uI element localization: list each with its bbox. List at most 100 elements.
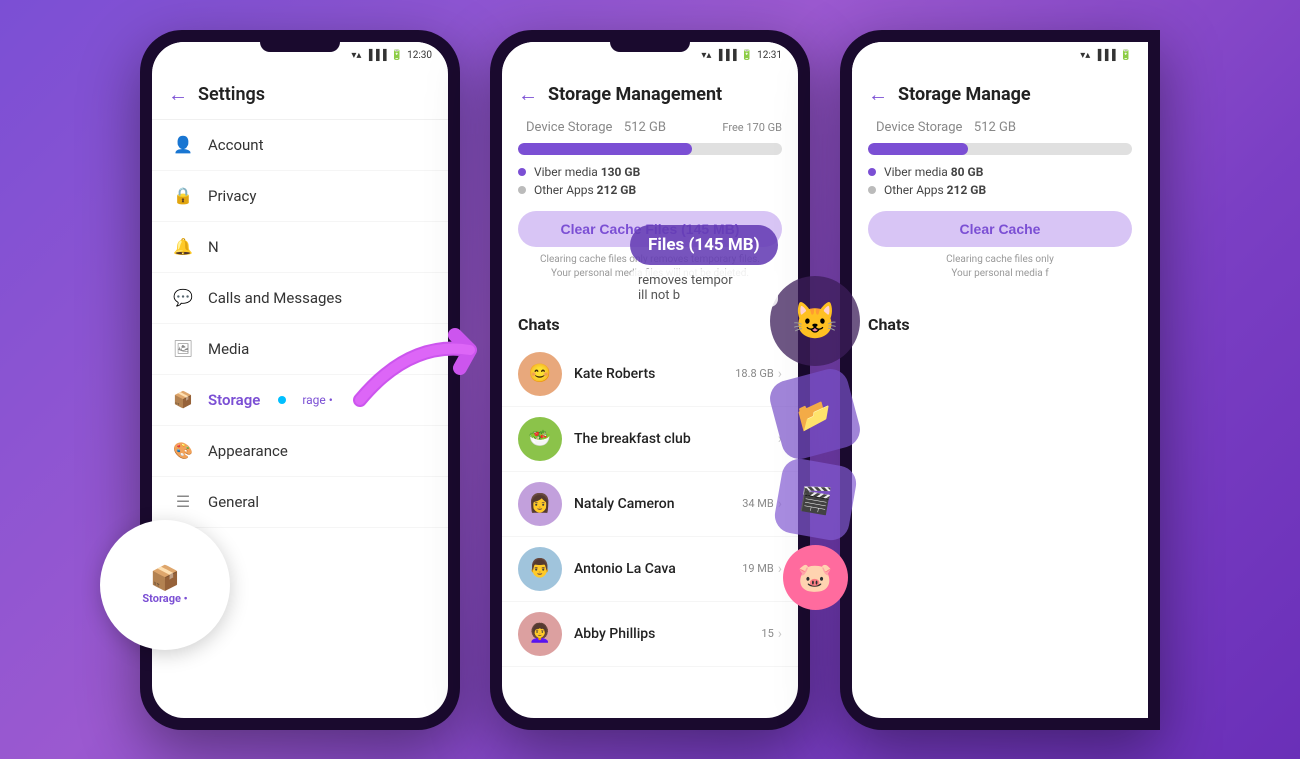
chats-header-3: Chats <box>852 307 1148 342</box>
battery-icon-2: 🔋 <box>741 50 753 61</box>
storage-bar-2 <box>518 143 782 155</box>
settings-calls[interactable]: 💬 Calls and Messages <box>152 273 448 324</box>
chat-name-breakfast: The breakfast club <box>574 431 766 447</box>
legend-viber-3: Viber media 80 GB <box>868 165 1132 179</box>
avatar-nataly: 👩 <box>518 482 562 526</box>
back-arrow-2[interactable]: ← <box>518 82 538 107</box>
wifi-icon-3: ▾▴ <box>1080 50 1090 61</box>
storage-label: Storage <box>208 391 260 409</box>
cache-note-3: Clearing cache files only Your personal … <box>868 253 1132 281</box>
back-arrow-3[interactable]: ← <box>868 82 888 107</box>
clear-cache-btn-3[interactable]: Clear Cache <box>868 211 1132 247</box>
appearance-icon: 🎨 <box>172 440 194 462</box>
privacy-icon: 🔒 <box>172 185 194 207</box>
settings-notifications[interactable]: 🔔 N <box>152 222 448 273</box>
chat-item-breakfast[interactable]: 🥗 The breakfast club <box>502 407 798 472</box>
viber-dot-3 <box>868 168 876 176</box>
settings-account[interactable]: 👤 Account <box>152 120 448 171</box>
magnify-storage-label: Storage • <box>142 592 187 605</box>
chat-size-abby: 15 <box>761 626 782 642</box>
other-label: Other Apps 212 GB <box>534 183 636 197</box>
viber-dot <box>518 168 526 176</box>
chat-item-nataly[interactable]: 👩 Nataly Cameron 34 MB <box>502 472 798 537</box>
general-label: General <box>208 493 259 511</box>
time-1: 12:30 <box>407 50 432 61</box>
free-label: Free 170 GB <box>722 121 782 134</box>
device-storage-label-3: Device Storage 512 GB <box>868 119 1132 135</box>
settings-privacy[interactable]: 🔒 Privacy <box>152 171 448 222</box>
battery-icon-3: 🔋 <box>1120 50 1132 61</box>
time-2: 12:31 <box>757 50 782 61</box>
storage-bar-fill-3 <box>868 143 968 155</box>
device-storage-section-3: Device Storage 512 GB Viber media 80 GB … <box>852 119 1148 307</box>
other-label-3: Other Apps 212 GB <box>884 183 986 197</box>
avatar-antonio: 👨 <box>518 547 562 591</box>
chat-item-antonio[interactable]: 👨 Antonio La Cava 19 MB <box>502 537 798 602</box>
settings-general[interactable]: ☰ General <box>152 477 448 528</box>
floating-decorations: 😺 📂 🎬 🐷 <box>770 276 860 610</box>
chat-name-antonio: Antonio La Cava <box>574 561 730 577</box>
device-storage-row: Device Storage 512 GB Free 170 GB <box>518 119 782 143</box>
storage-dot-label: rage • <box>302 393 333 407</box>
storage-legend-3: Viber media 80 GB Other Apps 212 GB <box>868 165 1132 197</box>
avatar-abby: 👩‍🦱 <box>518 612 562 656</box>
account-icon: 👤 <box>172 134 194 156</box>
legend-other-3: Other Apps 212 GB <box>868 183 1132 197</box>
storage-icon-large: 📦 <box>150 564 180 592</box>
media-label: Media <box>208 340 249 358</box>
account-label: Account <box>208 136 264 154</box>
phone-3-screen: ▾▴ ▐▐▐ 🔋 ← Storage Manage Device Storage… <box>852 42 1148 718</box>
media-icon: 🖼 <box>172 338 194 360</box>
chats-header-2: Chats <box>502 307 798 342</box>
storage-mgmt-title-3: Storage Manage <box>898 84 1031 105</box>
arrow-decoration <box>350 320 490 420</box>
phone-2-screen: ▾▴ ▐▐▐ 🔋 12:31 ← Storage Management Devi… <box>502 42 798 718</box>
viber-label-3: Viber media 80 GB <box>884 165 983 179</box>
general-icon: ☰ <box>172 491 194 513</box>
chat-name-kate: Kate Roberts <box>574 366 723 382</box>
floating-box-2: 🎬 <box>772 456 859 543</box>
back-arrow-1[interactable]: ← <box>168 82 188 107</box>
storage-bar-3 <box>868 143 1132 155</box>
pig-icon: 🐷 <box>783 545 848 610</box>
legend-other: Other Apps 212 GB <box>518 183 782 197</box>
notifications-label: N <box>208 238 219 256</box>
signal-icon-3: ▐▐▐ <box>1094 50 1115 61</box>
chat-item-kate[interactable]: 😊 Kate Roberts 18.8 GB <box>502 342 798 407</box>
settings-header: ← Settings <box>152 70 448 120</box>
settings-appearance[interactable]: 🎨 Appearance <box>152 426 448 477</box>
overlay-container: Files (145 MB) removes tempor ill not b <box>630 225 778 307</box>
chat-name-abby: Abby Phillips <box>574 626 749 642</box>
magnify-circle: 📦 Storage • <box>100 520 230 650</box>
other-dot <box>518 186 526 194</box>
storage-dot <box>278 396 286 404</box>
legend-viber: Viber media 130 GB <box>518 165 782 179</box>
storage-mgmt-header: ← Storage Management <box>502 70 798 119</box>
phone-1: ▾▴ ▐▐▐ 🔋 12:30 ← Settings 👤 Account 🔒 Pr… <box>140 30 460 730</box>
viber-label: Viber media 130 GB <box>534 165 640 179</box>
wifi-icon-2: ▾▴ <box>701 50 711 61</box>
wifi-icon: ▾▴ <box>351 50 361 61</box>
dark-circle: 😺 <box>770 276 860 366</box>
storage-mgmt-title: Storage Management <box>548 84 722 105</box>
notifications-icon: 🔔 <box>172 236 194 258</box>
storage-icon: 📦 <box>172 389 194 411</box>
overlay-bubble: Files (145 MB) <box>630 225 778 265</box>
phone-2: ▾▴ ▐▐▐ 🔋 12:31 ← Storage Management Devi… <box>490 30 810 730</box>
signal-icon: ▐▐▐ <box>365 50 386 61</box>
storage-legend-2: Viber media 130 GB Other Apps 212 GB <box>518 165 782 197</box>
privacy-label: Privacy <box>208 187 256 205</box>
device-storage-label: Device Storage 512 GB <box>518 119 666 135</box>
phone-3: ▾▴ ▐▐▐ 🔋 ← Storage Manage Device Storage… <box>840 30 1160 730</box>
storage-bar-fill-2 <box>518 143 692 155</box>
phone-2-notch <box>610 42 690 52</box>
chat-name-nataly: Nataly Cameron <box>574 496 730 512</box>
avatar-kate: 😊 <box>518 352 562 396</box>
chat-item-abby[interactable]: 👩‍🦱 Abby Phillips 15 <box>502 602 798 667</box>
storage-mgmt-header-3: ← Storage Manage <box>852 70 1148 119</box>
avatar-breakfast: 🥗 <box>518 417 562 461</box>
calls-label: Calls and Messages <box>208 289 342 307</box>
other-dot-3 <box>868 186 876 194</box>
status-bar-3: ▾▴ ▐▐▐ 🔋 <box>852 42 1148 70</box>
settings-title: Settings <box>198 84 265 105</box>
